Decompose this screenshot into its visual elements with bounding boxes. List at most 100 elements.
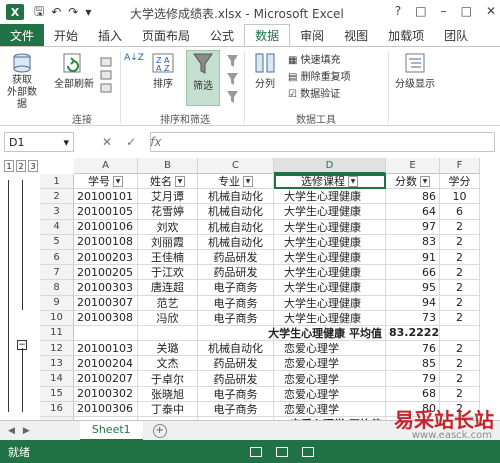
row-number[interactable]: 1: [40, 174, 74, 190]
cell-major[interactable]: 机械自动化: [198, 189, 274, 205]
row-number[interactable]: 5: [40, 234, 74, 250]
header-cell-major[interactable]: 专业 ▼: [198, 174, 274, 190]
page-layout-view-icon[interactable]: [276, 446, 288, 457]
cell-student-id[interactable]: 20100108: [74, 234, 138, 250]
sheet-nav-next-icon[interactable]: ▶: [23, 426, 30, 436]
cell-credit[interactable]: 2: [440, 219, 480, 235]
column-header-e[interactable]: E: [386, 158, 440, 174]
tab-formulas[interactable]: 公式: [200, 24, 244, 46]
name-box[interactable]: D1 ▾: [4, 132, 74, 152]
outline-level-1[interactable]: 1: [4, 160, 14, 172]
cell-score[interactable]: 95: [386, 280, 440, 296]
row-number[interactable]: 3: [40, 204, 74, 220]
cell-student-id[interactable]: [74, 325, 138, 342]
cell-credit[interactable]: 6: [440, 204, 480, 220]
row-number[interactable]: 10: [40, 310, 74, 326]
tab-insert[interactable]: 插入: [88, 24, 132, 46]
cell-score[interactable]: 86: [386, 189, 440, 205]
cell-major[interactable]: 电子商务: [198, 401, 274, 417]
cell-name[interactable]: 张晓旭: [138, 386, 198, 402]
cell-major[interactable]: 机械自动化: [198, 219, 274, 235]
sheet-tab-sheet1[interactable]: Sheet1: [79, 420, 143, 441]
undo-icon[interactable]: ↶: [51, 5, 61, 19]
cell-credit[interactable]: 10: [440, 189, 480, 205]
sheet-nav-prev-icon[interactable]: ◀: [8, 426, 15, 436]
cell-major[interactable]: 药品研发: [198, 249, 274, 266]
cell-student-id[interactable]: 20100308: [74, 310, 138, 326]
row-number[interactable]: 13: [40, 356, 74, 372]
cell-name[interactable]: 于江欢: [138, 265, 198, 281]
header-cell-student-id[interactable]: 学号 ▼: [74, 174, 138, 190]
cell-credit[interactable]: 2: [440, 280, 480, 296]
cell-course[interactable]: 大学生心理健康: [274, 234, 386, 250]
cell-name[interactable]: 冯欣: [138, 310, 198, 326]
row-number[interactable]: 7: [40, 265, 74, 281]
filter-dropdown-icon[interactable]: ▼: [348, 175, 358, 187]
flash-fill-button[interactable]: ▦ 快速填充: [288, 51, 341, 66]
cell-score[interactable]: 66: [386, 265, 440, 281]
cell-credit[interactable]: 2: [440, 356, 480, 372]
redo-icon[interactable]: ↷: [68, 5, 78, 19]
row-number[interactable]: 12: [40, 341, 74, 357]
cell-name[interactable]: 王佳楠: [138, 249, 198, 266]
cell-score[interactable]: 73: [386, 310, 440, 326]
cell-course[interactable]: 恋爱心理学: [274, 386, 386, 402]
help-button[interactable]: ?: [395, 4, 401, 18]
cell-course[interactable]: 恋爱心理学: [274, 401, 386, 417]
connections-icons[interactable]: [100, 57, 112, 97]
cell-major[interactable]: 药品研发: [198, 265, 274, 281]
clear-reapply-icons[interactable]: [226, 53, 240, 103]
cell-student-id[interactable]: 20100307: [74, 295, 138, 311]
text-to-columns-button[interactable]: 分列: [250, 51, 280, 90]
cell-score[interactable]: 64: [386, 204, 440, 220]
cell-credit[interactable]: 2: [440, 234, 480, 250]
enter-formula-button[interactable]: ✓: [126, 135, 136, 149]
cell-score[interactable]: 79: [386, 371, 440, 387]
outline-button[interactable]: 分级显示: [390, 51, 440, 90]
tab-team[interactable]: 团队: [434, 24, 478, 46]
cell-name[interactable]: 唐连超: [138, 280, 198, 296]
cell-credit[interactable]: [440, 325, 480, 342]
chevron-down-icon[interactable]: ▾: [63, 136, 69, 149]
cell-major[interactable]: 电子商务: [198, 295, 274, 311]
filter-dropdown-icon[interactable]: ▼: [420, 175, 430, 187]
cell-name[interactable]: 艾月谭: [138, 189, 198, 205]
filter-dropdown-icon[interactable]: ▼: [113, 175, 123, 187]
filter-button[interactable]: 筛选: [186, 50, 220, 106]
tab-page-layout[interactable]: 页面布局: [132, 24, 200, 46]
cell-score[interactable]: 97: [386, 219, 440, 235]
cell-student-id[interactable]: 20100103: [74, 341, 138, 357]
header-cell-course[interactable]: 选修课程 ▼: [274, 174, 386, 190]
page-break-view-icon[interactable]: [302, 446, 314, 457]
cell-name[interactable]: 刘欢: [138, 219, 198, 235]
close-button[interactable]: ✕: [486, 4, 496, 18]
column-header-f[interactable]: F: [440, 158, 480, 174]
cell-score[interactable]: 91: [386, 249, 440, 266]
cell-course[interactable]: 大学生心理健康: [274, 249, 386, 266]
cell-student-id[interactable]: 20100101: [74, 189, 138, 205]
cell-major[interactable]: 电子商务: [198, 310, 274, 326]
get-external-data-button[interactable]: 获取 外部数据: [4, 51, 40, 111]
cell-course[interactable]: 大学生心理健康: [274, 280, 386, 296]
cell-score[interactable]: 85: [386, 356, 440, 372]
remove-duplicates-button[interactable]: ▤ 删除重复项: [288, 68, 351, 83]
sort-az-button[interactable]: A↓Z: [124, 53, 144, 63]
data-validation-button[interactable]: ☑ 数据验证: [288, 85, 340, 100]
cell-score[interactable]: 94: [386, 295, 440, 311]
cell-student-id[interactable]: 20100106: [74, 219, 138, 235]
cell-course[interactable]: 恋爱心理学: [274, 371, 386, 387]
tab-file[interactable]: 文件: [0, 24, 44, 46]
cell-course[interactable]: 恋爱心理学: [274, 356, 386, 372]
column-header-c[interactable]: C: [198, 158, 274, 174]
minimize-button[interactable]: –: [441, 4, 447, 18]
save-icon[interactable]: 🖫: [34, 2, 44, 23]
normal-view-icon[interactable]: [250, 446, 262, 457]
row-number[interactable]: 2: [40, 189, 74, 205]
header-cell-score[interactable]: 分数 ▼: [386, 174, 440, 190]
cell-student-id[interactable]: 20100203: [74, 249, 138, 266]
row-number[interactable]: 16: [40, 401, 74, 417]
cell-major[interactable]: 电子商务: [198, 280, 274, 296]
cell-student-id[interactable]: 20100302: [74, 386, 138, 402]
cell-score[interactable]: 83.22222: [386, 325, 440, 342]
cell-major[interactable]: 机械自动化: [198, 204, 274, 220]
